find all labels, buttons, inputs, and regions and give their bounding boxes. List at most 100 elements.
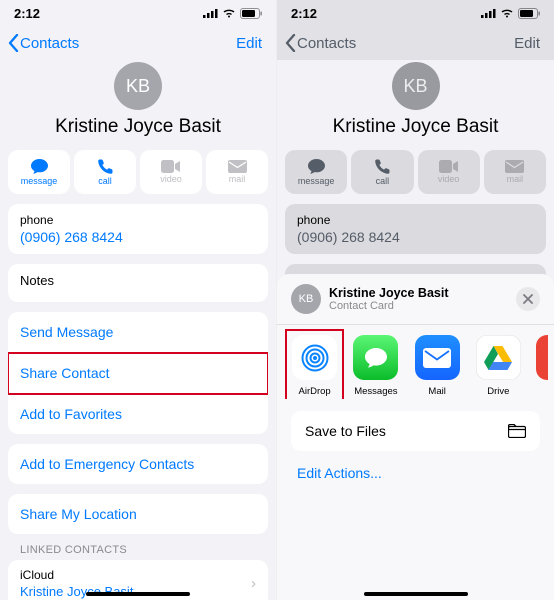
back-label: Contacts xyxy=(297,35,356,52)
close-icon xyxy=(523,294,533,304)
message-label: message xyxy=(21,176,58,186)
linked-header: LINKED CONTACTS xyxy=(0,544,276,560)
airdrop-icon xyxy=(292,335,337,380)
messages-label: Messages xyxy=(354,386,397,397)
edit-button[interactable]: Edit xyxy=(236,35,268,52)
status-icons xyxy=(203,8,262,19)
phone-card[interactable]: phone (0906) 268 8424 xyxy=(8,204,268,254)
share-sheet: KB Kristine Joyce Basit Contact Card Air… xyxy=(277,274,554,600)
status-bar: 2:12 xyxy=(0,0,276,26)
linked-source: iCloud xyxy=(20,568,133,582)
sheet-actions-list: Save to Files xyxy=(291,411,540,451)
envelope-icon xyxy=(228,160,247,173)
nav-bar: Contacts Edit xyxy=(277,26,554,60)
phone-number: (0906) 268 8424 xyxy=(297,229,534,245)
clock: 2:12 xyxy=(14,6,40,21)
drive-icon xyxy=(476,335,521,380)
chevron-left-icon xyxy=(8,34,19,52)
edit-actions-item[interactable]: Edit Actions... xyxy=(277,451,554,495)
call-button: call xyxy=(351,150,413,194)
battery-icon xyxy=(240,8,262,19)
edit-button: Edit xyxy=(514,35,546,52)
partial-option[interactable] xyxy=(536,335,548,397)
phone-card: phone (0906) 268 8424 xyxy=(285,204,546,254)
mail-app-icon xyxy=(415,335,460,380)
action-list-1: Send Message Share Contact Add to Favori… xyxy=(8,312,268,434)
mail-label: mail xyxy=(507,174,524,184)
signal-icon xyxy=(203,8,218,18)
envelope-icon xyxy=(505,160,524,173)
video-button: video xyxy=(140,150,202,194)
wifi-icon xyxy=(222,8,236,18)
add-favorites-item[interactable]: Add to Favorites xyxy=(8,394,268,434)
signal-icon xyxy=(481,8,496,18)
partial-icon xyxy=(536,335,548,380)
mail-option[interactable]: Mail xyxy=(414,335,461,397)
wifi-icon xyxy=(500,8,514,18)
call-button[interactable]: call xyxy=(74,150,136,194)
mini-avatar: KB xyxy=(291,284,321,314)
airdrop-option[interactable]: AirDrop xyxy=(291,335,338,397)
call-label: call xyxy=(98,176,112,186)
share-contact-item[interactable]: Share Contact xyxy=(8,353,268,394)
video-label: video xyxy=(160,174,182,184)
action-list-3: Share My Location xyxy=(8,494,268,534)
contact-name: Kristine Joyce Basit xyxy=(0,116,276,138)
back-label: Contacts xyxy=(20,35,79,52)
mail-button: mail xyxy=(484,150,546,194)
call-label: call xyxy=(376,176,390,186)
mail-label: mail xyxy=(229,174,246,184)
share-subtitle: Contact Card xyxy=(329,300,449,312)
back-button: Contacts xyxy=(285,34,356,52)
notes-card[interactable]: Notes xyxy=(8,264,268,302)
video-button: video xyxy=(418,150,480,194)
share-options-row[interactable]: AirDrop Messages Mail Drive xyxy=(277,324,554,399)
save-files-label: Save to Files xyxy=(305,423,386,439)
message-label: message xyxy=(298,176,335,186)
save-to-files-item[interactable]: Save to Files xyxy=(291,411,540,451)
phone-label: phone xyxy=(20,213,256,227)
phone-screen-contact: 2:12 Contacts Edit KB Kristine Joyce Bas… xyxy=(0,0,277,600)
avatar: KB xyxy=(392,62,440,110)
drive-option[interactable]: Drive xyxy=(475,335,522,397)
chevron-right-icon: › xyxy=(251,575,256,592)
message-button: message xyxy=(285,150,347,194)
drive-label: Drive xyxy=(487,386,509,397)
home-indicator[interactable] xyxy=(364,592,468,596)
nav-bar: Contacts Edit xyxy=(0,26,276,60)
message-button[interactable]: message xyxy=(8,150,70,194)
phone-screen-share-sheet: 2:12 Contacts Edit KB Kristine Joyce Bas… xyxy=(277,0,554,600)
chevron-left-icon xyxy=(285,34,296,52)
share-location-item[interactable]: Share My Location xyxy=(8,494,268,534)
folder-icon xyxy=(508,424,526,438)
notes-label: Notes xyxy=(20,273,54,288)
phone-icon xyxy=(374,158,391,175)
action-list-2: Add to Emergency Contacts xyxy=(8,444,268,484)
video-label: video xyxy=(438,174,460,184)
phone-label: phone xyxy=(297,213,534,227)
airdrop-label: AirDrop xyxy=(299,386,331,397)
status-icons xyxy=(481,8,540,19)
back-button[interactable]: Contacts xyxy=(8,34,79,52)
mail-button: mail xyxy=(206,150,268,194)
phone-icon xyxy=(97,158,114,175)
messages-option[interactable]: Messages xyxy=(352,335,399,397)
messages-icon xyxy=(353,335,398,380)
clock: 2:12 xyxy=(291,6,317,21)
share-sheet-header: KB Kristine Joyce Basit Contact Card xyxy=(277,284,554,324)
mail-app-label: Mail xyxy=(428,386,445,397)
home-indicator[interactable] xyxy=(86,592,190,596)
share-title: Kristine Joyce Basit xyxy=(329,286,449,300)
add-emergency-item[interactable]: Add to Emergency Contacts xyxy=(8,444,268,484)
send-message-item[interactable]: Send Message xyxy=(8,312,268,353)
action-row: message call video mail xyxy=(0,150,276,194)
status-bar: 2:12 xyxy=(277,0,554,26)
contact-name: Kristine Joyce Basit xyxy=(277,116,554,138)
video-icon xyxy=(161,160,181,173)
message-icon xyxy=(307,158,326,175)
avatar[interactable]: KB xyxy=(114,62,162,110)
close-button[interactable] xyxy=(516,287,540,311)
message-icon xyxy=(30,158,49,175)
battery-icon xyxy=(518,8,540,19)
video-icon xyxy=(439,160,459,173)
